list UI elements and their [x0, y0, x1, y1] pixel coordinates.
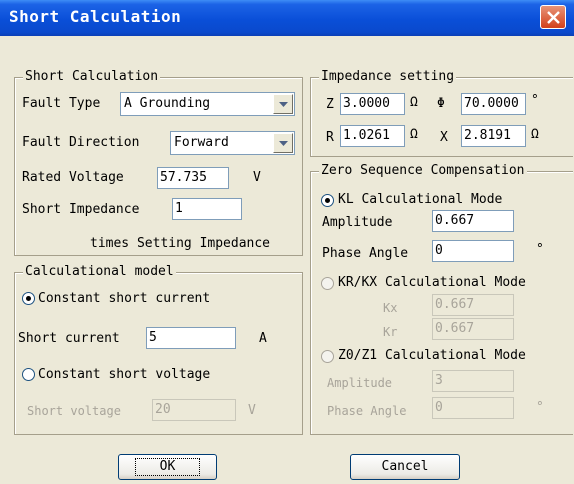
- fault-direction-label: Fault Direction: [22, 135, 140, 150]
- phi-label: Φ: [437, 96, 445, 111]
- kx-label: Kx: [383, 301, 398, 315]
- rated-voltage-input[interactable]: 57.735: [157, 167, 229, 189]
- cancel-button[interactable]: Cancel: [350, 454, 460, 480]
- z0z1-phase-angle-unit: °: [536, 400, 544, 415]
- kr-input: 0.667: [432, 318, 514, 340]
- amplitude-label: Amplitude: [322, 215, 393, 230]
- title-bar: Short Calculation: [0, 0, 574, 36]
- z-label: Z: [326, 97, 334, 112]
- rated-voltage-label: Rated Voltage: [22, 170, 124, 185]
- rated-voltage-unit: V: [253, 170, 261, 185]
- fault-type-label: Fault Type: [22, 96, 101, 111]
- phase-angle-input[interactable]: 0: [432, 240, 514, 262]
- short-impedance-label: Short Impedance: [22, 202, 140, 217]
- fault-type-dropdown-button[interactable]: [273, 94, 293, 114]
- close-button[interactable]: [540, 5, 566, 29]
- short-current-label: Short current: [18, 331, 120, 346]
- times-setting-impedance-label: times Setting Impedance: [90, 236, 271, 251]
- window-title: Short Calculation: [9, 7, 182, 26]
- short-current-input[interactable]: 5: [146, 327, 236, 349]
- z0z1-phase-angle-label: Phase Angle: [327, 404, 407, 418]
- x-unit: Ω: [531, 127, 539, 142]
- z0z1-amplitude-label: Amplitude: [327, 376, 393, 390]
- chevron-down-icon: [279, 141, 288, 146]
- constant-short-current-radio[interactable]: [22, 292, 35, 305]
- phase-angle-label: Phase Angle: [322, 246, 409, 261]
- kl-mode-label[interactable]: KL Calculational Mode: [338, 192, 502, 208]
- kl-mode-radio[interactable]: [321, 194, 334, 207]
- short-impedance-input[interactable]: 1: [172, 198, 242, 220]
- fault-direction-dropdown-button[interactable]: [273, 133, 293, 153]
- x-input[interactable]: 2.8191: [461, 125, 526, 147]
- x-label: X: [440, 130, 448, 145]
- short-voltage-label: Short voltage: [27, 404, 121, 418]
- phi-unit: °: [531, 93, 539, 108]
- short-current-unit: A: [259, 331, 267, 346]
- kr-label: Kr: [383, 325, 398, 339]
- fault-direction-select[interactable]: Forward: [170, 131, 295, 155]
- constant-short-voltage-label[interactable]: Constant short voltage: [38, 367, 210, 383]
- ok-button[interactable]: OK: [118, 454, 217, 480]
- z0z1-mode-radio[interactable]: [321, 350, 334, 363]
- r-input[interactable]: 1.0261: [340, 125, 405, 147]
- constant-short-voltage-radio[interactable]: [22, 368, 35, 381]
- zero-sequence-group-title: Zero Sequence Compensation: [319, 163, 527, 179]
- impedance-setting-group-title: Impedance setting: [319, 69, 457, 85]
- short-voltage-unit: V: [248, 403, 256, 418]
- fault-type-value: A Grounding: [124, 96, 211, 111]
- fault-type-select[interactable]: A Grounding: [120, 92, 295, 116]
- fault-direction-value: Forward: [174, 135, 229, 150]
- z0z1-amplitude-input: 3: [432, 370, 514, 392]
- cancel-button-label: Cancel: [381, 459, 429, 474]
- z-input[interactable]: 3.0000: [340, 93, 405, 115]
- phi-input[interactable]: 70.0000: [461, 93, 526, 115]
- short-calculation-group-title: Short Calculation: [23, 69, 161, 85]
- r-unit: Ω: [410, 127, 418, 142]
- constant-short-current-label[interactable]: Constant short current: [38, 291, 210, 307]
- close-icon: [547, 11, 560, 24]
- z0z1-phase-angle-input: 0: [432, 397, 514, 419]
- short-voltage-input: 20: [152, 399, 236, 421]
- z0z1-mode-label[interactable]: Z0/Z1 Calculational Mode: [338, 348, 526, 364]
- z-unit: Ω: [410, 95, 418, 110]
- phase-angle-unit: °: [536, 242, 544, 257]
- calculational-model-group-title: Calculational model: [23, 264, 176, 280]
- ok-button-label: OK: [134, 458, 201, 476]
- r-label: R: [326, 130, 334, 145]
- chevron-down-icon: [279, 102, 288, 107]
- kx-input: 0.667: [432, 294, 514, 316]
- krkx-mode-radio[interactable]: [321, 277, 334, 290]
- amplitude-input[interactable]: 0.667: [432, 210, 514, 232]
- krkx-mode-label[interactable]: KR/KX Calculational Mode: [338, 275, 526, 291]
